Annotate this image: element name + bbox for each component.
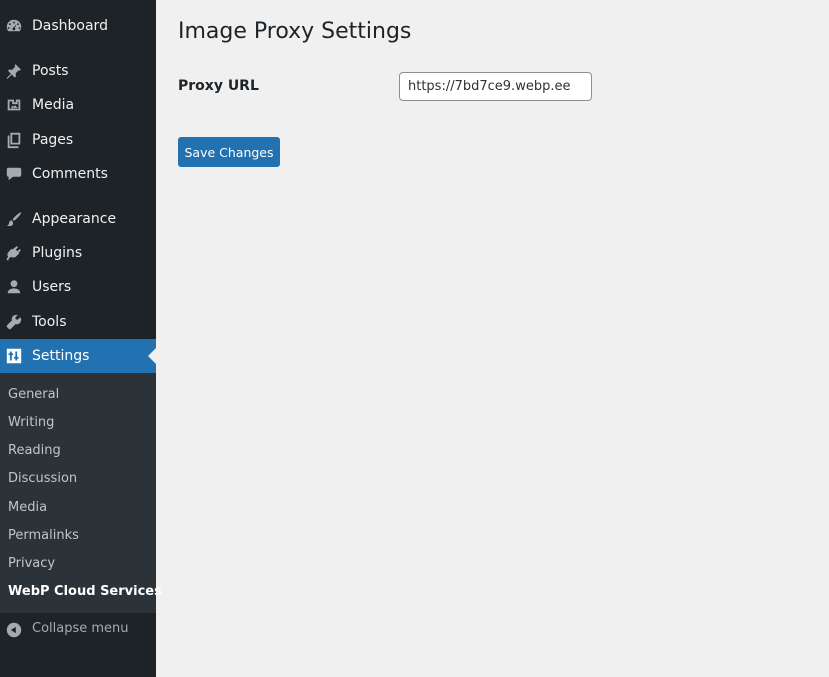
sidebar-item-appearance[interactable]: Appearance: [0, 202, 156, 236]
sidebar-item-label: Appearance: [32, 211, 117, 227]
sidebar-item-label: Media: [32, 97, 75, 113]
submenu-item-discussion[interactable]: Discussion: [8, 471, 77, 487]
sidebar-item-label: Posts: [32, 63, 69, 79]
submenu-item-writing[interactable]: Writing: [8, 415, 54, 431]
sidebar-item-label: Plugins: [32, 245, 83, 261]
pushpin-icon: [5, 62, 23, 80]
collapse-arrow-icon: [5, 621, 23, 639]
plugin-icon: [5, 244, 23, 262]
pages-icon: [5, 131, 23, 149]
proxy-url-input[interactable]: [399, 72, 592, 101]
paintbrush-icon: [5, 210, 23, 228]
collapse-menu-label: Collapse menu: [32, 621, 129, 636]
sidebar-item-users[interactable]: Users: [0, 270, 156, 304]
sidebar-item-label: Comments: [32, 166, 108, 182]
sidebar-item-settings[interactable]: Settings: [0, 339, 156, 373]
page-title: Image Proxy Settings: [178, 19, 412, 44]
main-content: Image Proxy Settings Proxy URL Save Chan…: [156, 0, 829, 677]
sidebar-item-pages[interactable]: Pages: [0, 123, 156, 157]
sidebar-item-posts[interactable]: Posts: [0, 54, 156, 88]
user-icon: [5, 278, 23, 296]
submenu-item-permalinks[interactable]: Permalinks: [8, 528, 79, 544]
submenu-item-media[interactable]: Media: [8, 500, 47, 516]
admin-sidebar: Dashboard Posts Media Pages Comments App…: [0, 0, 162, 677]
sidebar-item-tools[interactable]: Tools: [0, 305, 156, 339]
submenu-item-webp-cloud-services[interactable]: WebP Cloud Services: [8, 584, 162, 600]
wrench-icon: [5, 313, 23, 331]
sidebar-item-dashboard[interactable]: Dashboard: [0, 9, 156, 43]
sidebar-item-comments[interactable]: Comments: [0, 157, 156, 191]
sidebar-item-label: Dashboard: [32, 18, 108, 34]
save-changes-button[interactable]: Save Changes: [178, 137, 280, 167]
sidebar-item-media[interactable]: Media: [0, 88, 156, 122]
sidebar-item-label: Pages: [32, 132, 74, 148]
media-icon: [5, 96, 23, 114]
submenu-item-privacy[interactable]: Privacy: [8, 556, 55, 572]
collapse-menu-button[interactable]: Collapse menu: [0, 613, 156, 647]
settings-icon: [5, 347, 23, 365]
submenu-item-general[interactable]: General: [8, 387, 59, 403]
current-menu-arrow: [148, 348, 156, 364]
sidebar-item-label: Users: [32, 279, 72, 295]
sidebar-item-label: Tools: [32, 314, 67, 330]
proxy-url-label: Proxy URL: [178, 78, 259, 94]
sidebar-item-label: Settings: [32, 348, 90, 364]
dashboard-icon: [5, 17, 23, 35]
comment-icon: [5, 165, 23, 183]
settings-submenu: General Writing Reading Discussion Media…: [0, 373, 162, 613]
sidebar-item-plugins[interactable]: Plugins: [0, 236, 156, 270]
submenu-item-reading[interactable]: Reading: [8, 443, 61, 459]
